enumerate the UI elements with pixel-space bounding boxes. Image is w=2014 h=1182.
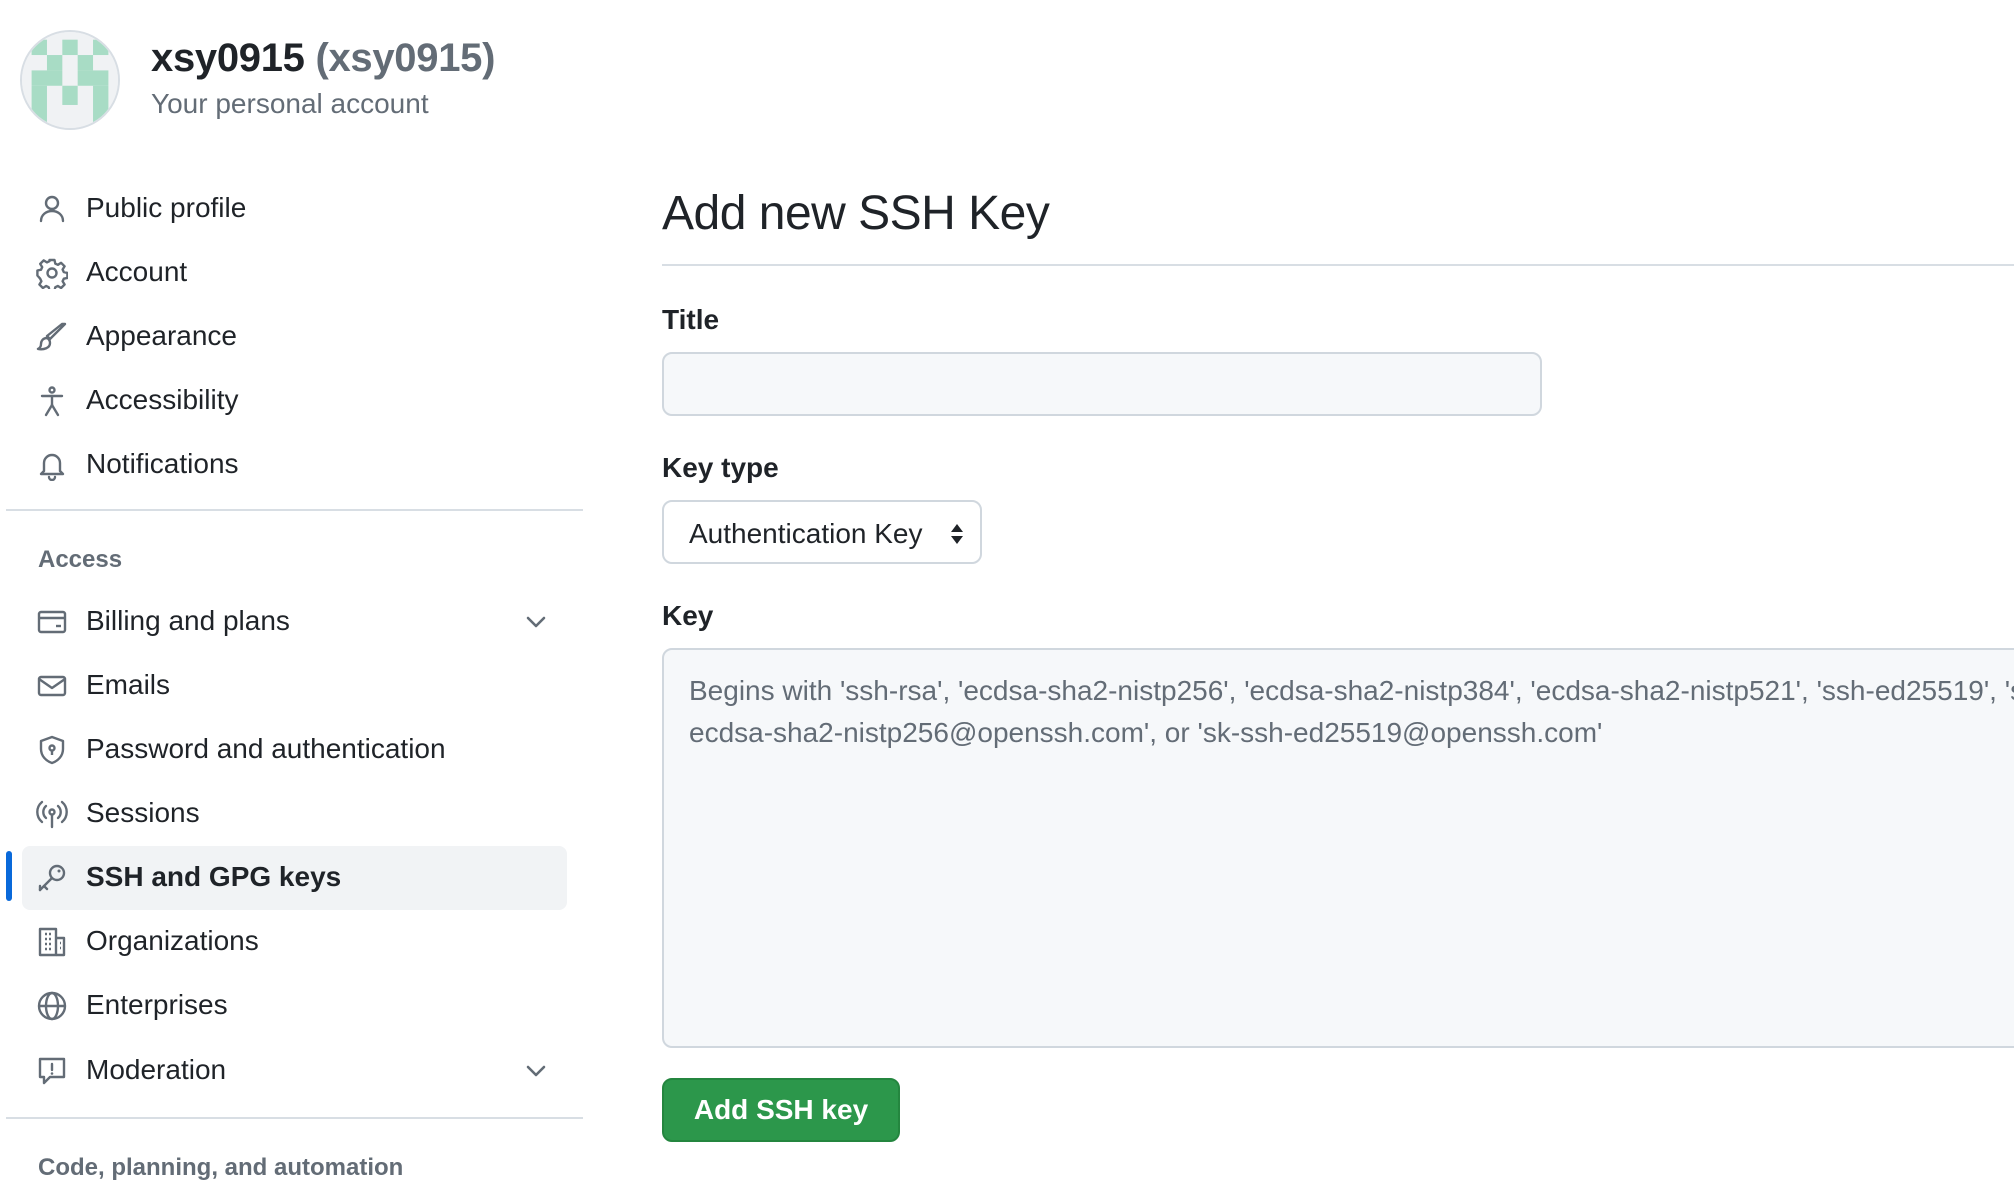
globe-icon xyxy=(36,990,68,1022)
sidebar-item-ssh-gpg-keys[interactable]: SSH and GPG keys xyxy=(22,846,567,910)
add-ssh-key-button[interactable]: Add SSH key xyxy=(662,1078,900,1142)
account-name: xsy0915 (xsy0915) xyxy=(151,36,495,81)
broadcast-icon xyxy=(36,798,68,830)
person-icon xyxy=(36,193,68,225)
shield-lock-icon xyxy=(36,734,68,766)
bell-icon xyxy=(36,449,68,481)
sidebar-item-emails[interactable]: Emails xyxy=(22,654,567,718)
select-arrows-icon xyxy=(948,522,966,546)
sidebar-item-label: Account xyxy=(86,256,188,287)
sidebar-item-enterprises[interactable]: Enterprises xyxy=(22,974,567,1038)
sidebar-item-label: SSH and GPG keys xyxy=(86,861,342,892)
sidebar-item-sessions[interactable]: Sessions xyxy=(22,782,567,846)
title-divider xyxy=(662,264,2014,266)
account-subtitle: Your personal account xyxy=(151,88,429,119)
sidebar-item-accessibility[interactable]: Accessibility xyxy=(22,369,567,433)
report-icon xyxy=(36,1055,68,1087)
chevron-down-icon[interactable] xyxy=(523,1058,549,1084)
sidebar-divider xyxy=(6,1117,583,1119)
sidebar-item-password-auth[interactable]: Password and authentication xyxy=(22,718,567,782)
key-field-label: Key xyxy=(662,600,714,631)
account-username: xsy0915 xyxy=(151,36,305,80)
accessibility-icon xyxy=(36,385,68,417)
key-type-label: Key type xyxy=(662,452,779,483)
credit-card-icon xyxy=(36,606,68,638)
sidebar-item-label: Public profile xyxy=(86,192,247,223)
key-icon xyxy=(36,862,68,894)
chevron-down-icon[interactable] xyxy=(523,609,549,635)
sidebar-section-heading-code: Code, planning, and automation xyxy=(38,1154,404,1181)
sidebar-item-label: Emails xyxy=(86,669,171,700)
sidebar-item-label: Organizations xyxy=(86,925,259,956)
sidebar-item-label: Appearance xyxy=(86,320,238,351)
sidebar-section-heading-access: Access xyxy=(38,546,123,573)
organization-icon xyxy=(36,926,68,958)
key-type-selected-value: Authentication Key xyxy=(689,518,923,549)
sidebar-item-label: Enterprises xyxy=(86,989,228,1020)
sidebar-item-appearance[interactable]: Appearance xyxy=(22,305,567,369)
sidebar-item-account[interactable]: Account xyxy=(22,241,567,305)
sidebar-item-organizations[interactable]: Organizations xyxy=(22,910,567,974)
sidebar-item-billing[interactable]: Billing and plans xyxy=(22,590,567,654)
sidebar-item-label: Billing and plans xyxy=(86,605,290,636)
title-field-label: Title xyxy=(662,304,720,335)
selected-indicator xyxy=(6,851,12,901)
sidebar-item-public-profile[interactable]: Public profile xyxy=(22,177,567,241)
page-title: Add new SSH Key xyxy=(662,187,1050,240)
title-input[interactable] xyxy=(662,352,1542,416)
sidebar-item-label: Notifications xyxy=(86,448,239,479)
mail-icon xyxy=(36,670,68,702)
sidebar-item-notifications[interactable]: Notifications xyxy=(22,433,567,497)
sidebar-item-label: Moderation xyxy=(86,1054,227,1085)
key-textarea[interactable]: Begins with 'ssh-rsa', 'ecdsa-sha2-nistp… xyxy=(662,648,2014,1048)
account-handle: (xsy0915) xyxy=(315,36,496,80)
sidebar-item-label: Sessions xyxy=(86,797,200,828)
key-placeholder: Begins with 'ssh-rsa', 'ecdsa-sha2-nistp… xyxy=(689,675,2014,748)
paintbrush-icon xyxy=(36,321,68,353)
sidebar-item-label: Password and authentication xyxy=(86,733,446,764)
key-type-select[interactable]: Authentication Key xyxy=(662,500,982,564)
sidebar-item-moderation[interactable]: Moderation xyxy=(22,1039,567,1103)
avatar[interactable] xyxy=(20,30,120,130)
sidebar-item-label: Accessibility xyxy=(86,384,239,415)
gear-icon xyxy=(36,257,68,289)
sidebar-divider xyxy=(6,509,583,511)
